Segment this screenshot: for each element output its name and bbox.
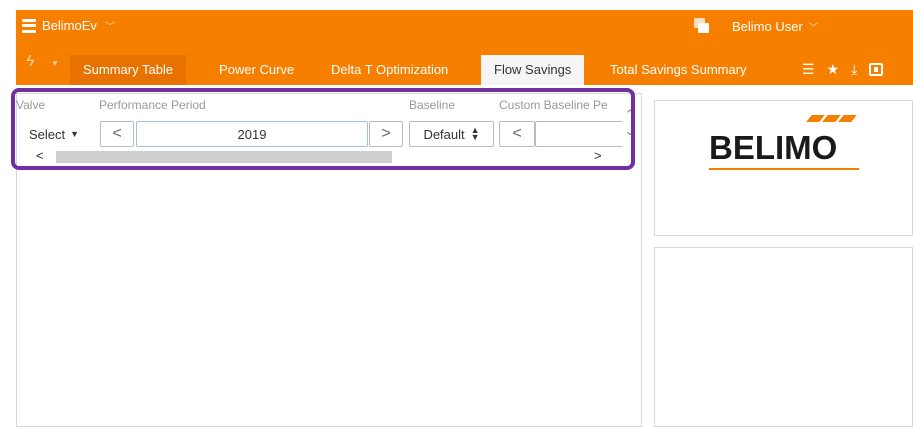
valve-select-value: Select [29, 126, 66, 142]
period-value: 2019 [237, 126, 267, 142]
tab-delta-t-optimization[interactable]: Delta T Optimization [318, 55, 461, 85]
star-icon[interactable]: ★ [827, 61, 840, 78]
custom-baseline-input[interactable] [535, 121, 623, 147]
valve-label: Valve [16, 98, 46, 112]
windows-icon[interactable] [694, 18, 710, 34]
custom-baseline-prev-button[interactable]: < [499, 121, 535, 147]
tab-power-curve[interactable]: Power Curve [206, 55, 307, 85]
custom-baseline-label: Custom Baseline Pe [499, 98, 608, 112]
chevron-left-icon: < [512, 125, 522, 142]
toolbar-icons: ☰ ★ ⤓ [802, 61, 884, 78]
caret-down-icon[interactable]: ▼ [51, 59, 59, 68]
belimo-logo: BELIMO [709, 115, 859, 170]
performance-period-label: Performance Period [99, 98, 206, 112]
download-icon[interactable]: ⤓ [851, 61, 857, 78]
updown-arrows-icon: ▲ ▼ [470, 125, 480, 142]
caret-down-icon: ▼ [70, 129, 80, 139]
baseline-select[interactable]: Default ▲ ▼ [409, 121, 494, 147]
scroll-right-button[interactable]: > [594, 148, 602, 163]
logo-text: BELIMO [709, 129, 838, 166]
valve-select[interactable]: Select ▼ [23, 121, 91, 147]
baseline-label: Baseline [409, 98, 456, 112]
period-input[interactable]: 2019 [136, 121, 368, 147]
chevron-down-icon: ﹀ [808, 22, 819, 34]
horizontal-scrollbar[interactable] [56, 151, 392, 163]
list-icon[interactable]: ☰ [802, 61, 815, 78]
app-switcher[interactable]: BelimoEv ﹀ [22, 18, 115, 33]
period-next-button[interactable]: > [369, 121, 403, 147]
logo-underline [709, 168, 859, 170]
baseline-value: Default [423, 126, 465, 142]
present-icon[interactable] [869, 63, 884, 76]
logo-mark-icon [806, 115, 857, 122]
chevron-left-icon: < [36, 148, 44, 163]
tab-bar: ϟ ▼ Summary Table Power Curve Delta T Op… [16, 45, 913, 85]
collapse-toggle-icon[interactable]: ⌃ ⌄ [623, 107, 637, 139]
content-panel [654, 247, 913, 427]
tab-total-savings-summary[interactable]: Total Savings Summary [597, 55, 760, 85]
tab-summary-table[interactable]: Summary Table [70, 55, 187, 85]
app-name: BelimoEv [42, 18, 97, 33]
chevron-right-icon: > [381, 125, 391, 142]
chevron-left-icon: < [112, 125, 122, 142]
user-menu[interactable]: Belimo User ﹀ [694, 18, 818, 34]
app-header: BelimoEv ﹀ Belimo User ﹀ [16, 10, 913, 45]
chevron-down-icon: ﹀ [104, 22, 115, 33]
scroll-left-button[interactable]: < [36, 148, 44, 163]
period-prev-button[interactable]: < [100, 121, 134, 147]
bolt-icon[interactable]: ϟ [26, 53, 34, 71]
user-name: Belimo User [732, 18, 803, 34]
tab-flow-savings[interactable]: Flow Savings [481, 55, 585, 85]
app-menu-icon [22, 18, 36, 33]
chevron-right-icon: > [594, 148, 602, 163]
